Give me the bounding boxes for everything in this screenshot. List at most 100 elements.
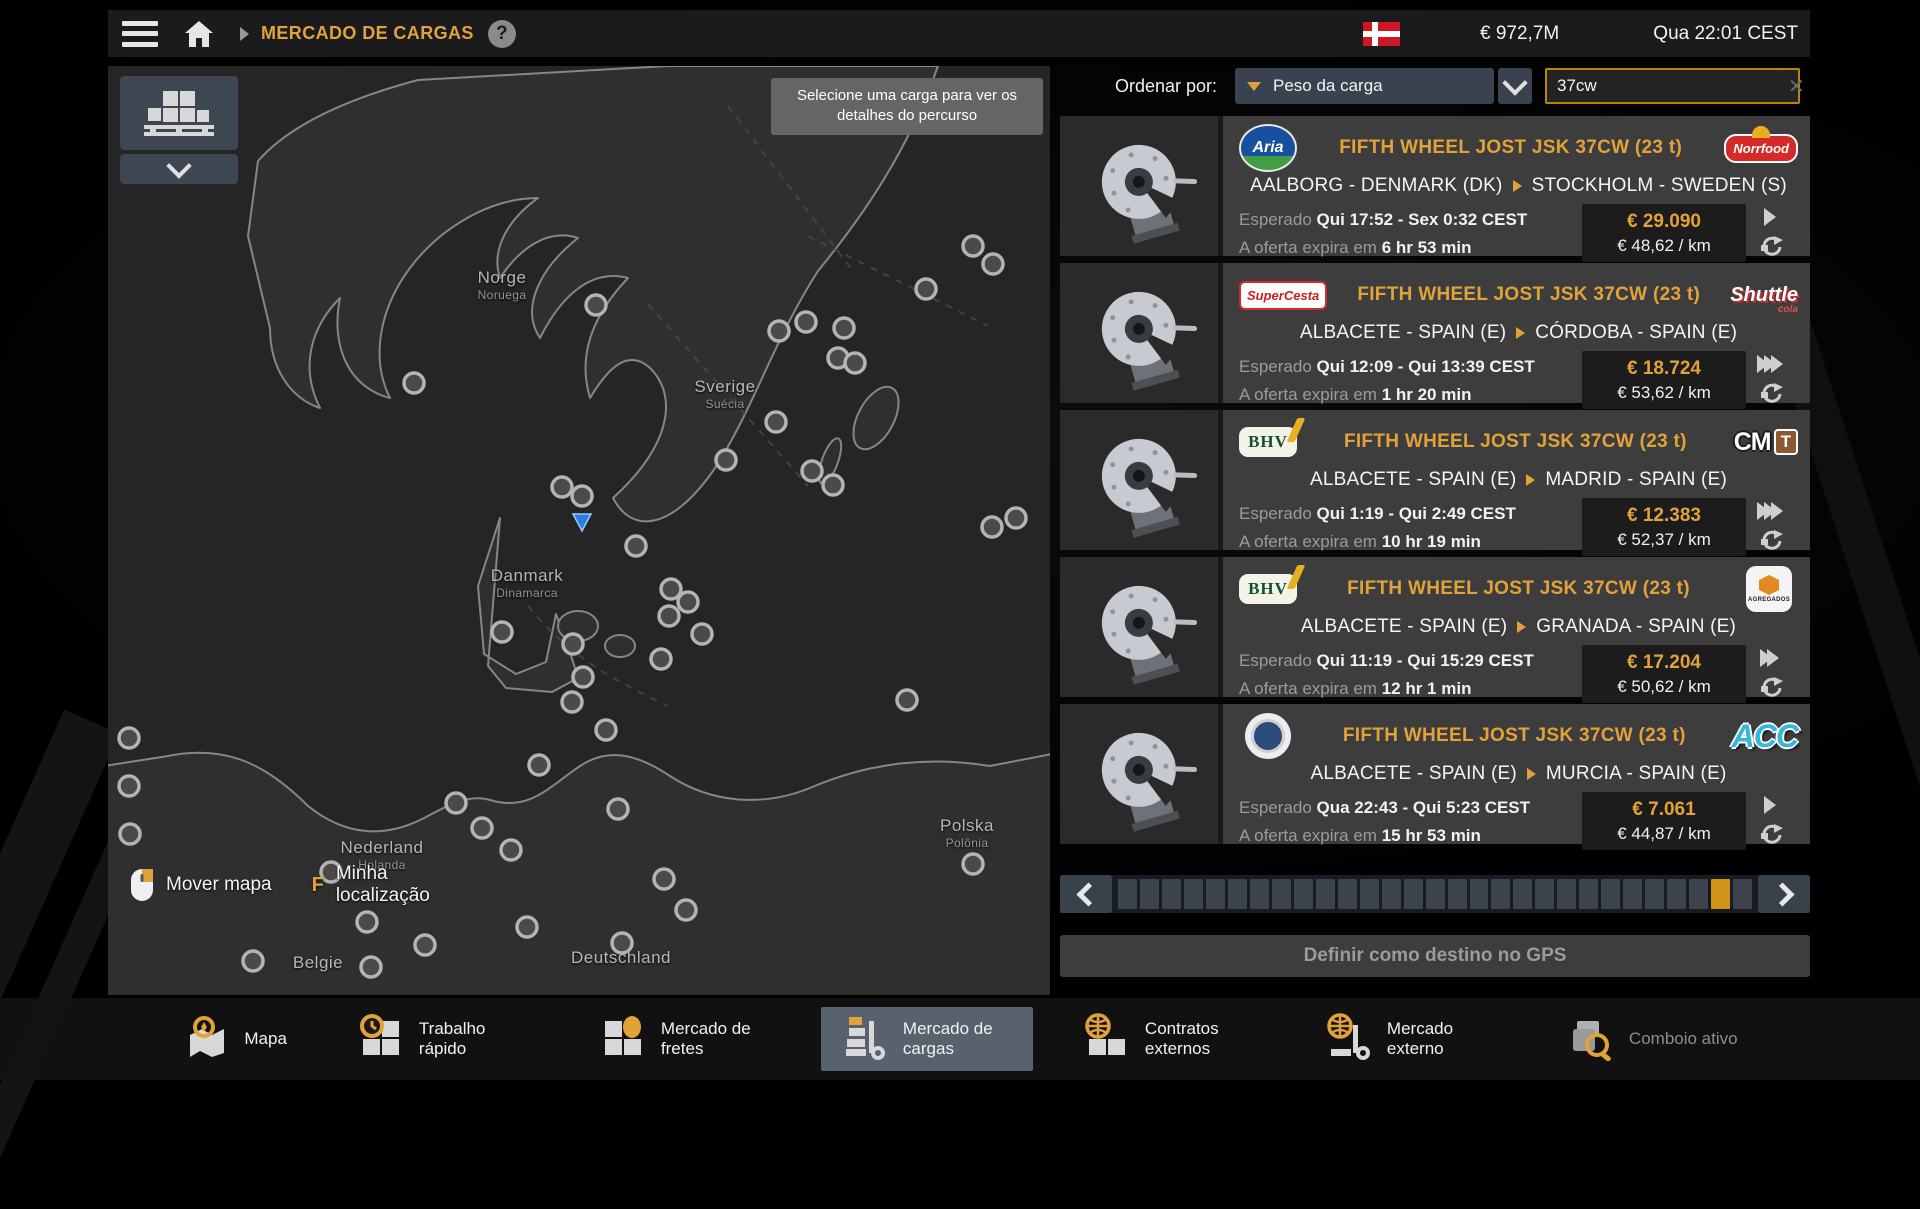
page-track[interactable] [1118,879,1753,909]
map-panel[interactable]: Norge Noruega Sverige Suécia Danmark Dinamarc… [108,66,1050,995]
cargo-map-marker[interactable] [624,534,648,558]
page-prev-button[interactable] [1060,875,1112,913]
page-segment[interactable] [1161,879,1181,909]
cargo-map-marker[interactable] [821,473,845,497]
page-segment[interactable] [1601,879,1621,909]
page-segment[interactable] [1513,879,1533,909]
cargo-map-marker[interactable] [606,797,630,821]
clear-search-icon[interactable]: ✕ [1788,74,1813,99]
cargo-map-marker[interactable] [570,484,594,508]
cargo-map-marker[interactable] [499,838,523,862]
help-icon[interactable]: ? [487,19,516,48]
cargo-map-marker[interactable] [355,910,379,934]
cargo-map-marker[interactable] [676,590,700,614]
page-segment[interactable] [1447,879,1467,909]
cargo-map-marker[interactable] [914,277,938,301]
home-icon[interactable] [184,20,214,48]
cargo-map-marker[interactable] [764,410,788,434]
cargo-offer-card[interactable]: BHV FIFTH WHEEL JOST JSK 37CW (23 t) CM T… [1060,410,1810,557]
page-segment[interactable] [1579,879,1599,909]
cargo-map-marker[interactable] [241,949,265,973]
cargo-offer-card[interactable]: BHV FIFTH WHEEL JOST JSK 37CW (23 t) AGR… [1060,557,1810,704]
nav-map[interactable]: Mapa [162,1007,307,1071]
cargo-map-marker[interactable] [1004,506,1028,530]
menu-icon[interactable] [122,20,158,47]
page-segment[interactable] [1535,879,1555,909]
nav-external-contracts[interactable]: Contratos externos [1063,1007,1275,1071]
nav-quick-job[interactable]: Trabalho rápido [337,1007,549,1071]
cargo-map-marker[interactable] [117,774,141,798]
cargo-map-marker[interactable] [674,898,698,922]
cargo-map-marker[interactable] [767,319,791,343]
cargo-map-marker[interactable] [561,632,585,656]
page-segment[interactable] [1337,879,1357,909]
cargo-map-marker[interactable] [981,252,1005,276]
page-segment[interactable] [1183,879,1203,909]
page-segment[interactable] [1293,879,1313,909]
cargo-map-marker[interactable] [794,310,818,334]
cargo-map-marker[interactable] [117,726,141,750]
cargo-map-marker[interactable] [560,690,584,714]
page-segment[interactable] [1667,879,1687,909]
page-segment[interactable] [1557,879,1577,909]
cargo-offer-card[interactable]: FIFTH WHEEL JOST JSK 37CW (23 t) ACC ALB… [1060,704,1810,851]
page-segment[interactable] [1359,879,1379,909]
cargo-offer-card[interactable]: SuperCesta FIFTH WHEEL JOST JSK 37CW (23… [1060,263,1810,410]
cargo-map-marker[interactable] [961,234,985,258]
cargo-map-marker[interactable] [690,622,714,646]
cargo-map-marker[interactable] [652,867,676,891]
cargo-map-marker[interactable] [413,933,437,957]
sort-expand-button[interactable] [1498,68,1532,104]
cargo-map-marker[interactable] [490,620,514,644]
page-segment[interactable] [1491,879,1511,909]
search-box[interactable]: ✕ [1545,68,1805,104]
page-segment[interactable] [1315,879,1335,909]
cargo-map-marker[interactable] [980,515,1004,539]
search-input[interactable] [1547,76,1788,96]
sort-dropdown[interactable]: Peso da carga [1235,68,1494,104]
cargo-map-marker[interactable] [550,475,574,499]
page-segment[interactable] [1689,879,1709,909]
trailer-filter-expand-button[interactable] [120,153,238,184]
cargo-map-marker[interactable] [527,753,551,777]
cargo-map-marker[interactable] [515,915,539,939]
cargo-map-marker[interactable] [584,293,608,317]
nav-external-market[interactable]: Mercado externo [1305,1007,1517,1071]
page-segment[interactable] [1249,879,1269,909]
page-segment[interactable] [1403,879,1423,909]
trailer-filter-button[interactable] [120,76,238,150]
page-segment[interactable] [1227,879,1247,909]
cargo-map-marker[interactable] [832,316,856,340]
page-segment[interactable] [1711,879,1731,909]
cargo-map-marker[interactable] [657,604,681,628]
page-segment[interactable] [1645,879,1665,909]
cargo-map-marker[interactable] [961,852,985,876]
set-gps-destination-button[interactable]: Definir como destino no GPS [1060,935,1810,977]
page-segment[interactable] [1381,879,1401,909]
cargo-map-marker[interactable] [895,688,919,712]
cargo-map-marker[interactable] [359,955,383,979]
cargo-map-marker[interactable] [843,351,867,375]
nav-active-convoy[interactable]: Comboio ativo [1547,1007,1758,1071]
cargo-map-marker[interactable] [649,647,673,671]
cargo-map-marker[interactable] [402,371,426,395]
cargo-map-marker[interactable] [444,791,468,815]
nav-cargo-market[interactable]: Mercado de cargas [820,1007,1033,1071]
cargo-map-marker[interactable] [470,816,494,840]
page-segment[interactable] [1469,879,1489,909]
cargo-map-marker[interactable] [800,459,824,483]
nav-freight-market[interactable]: Mercado de fretes [579,1007,791,1071]
cargo-map-marker[interactable] [594,718,618,742]
page-segment[interactable] [1733,879,1753,909]
page-segment[interactable] [1271,879,1291,909]
page-segment[interactable] [1139,879,1159,909]
page-segment[interactable] [1425,879,1445,909]
page-segment[interactable] [1118,879,1137,909]
page-next-button[interactable] [1758,875,1810,913]
cargo-offer-card[interactable]: Aria FIFTH WHEEL JOST JSK 37CW (23 t) No… [1060,116,1810,263]
cargo-map-marker[interactable] [714,448,738,472]
cargo-map-marker[interactable] [571,665,595,689]
cargo-map-marker[interactable] [118,822,142,846]
page-segment[interactable] [1623,879,1643,909]
page-segment[interactable] [1205,879,1225,909]
